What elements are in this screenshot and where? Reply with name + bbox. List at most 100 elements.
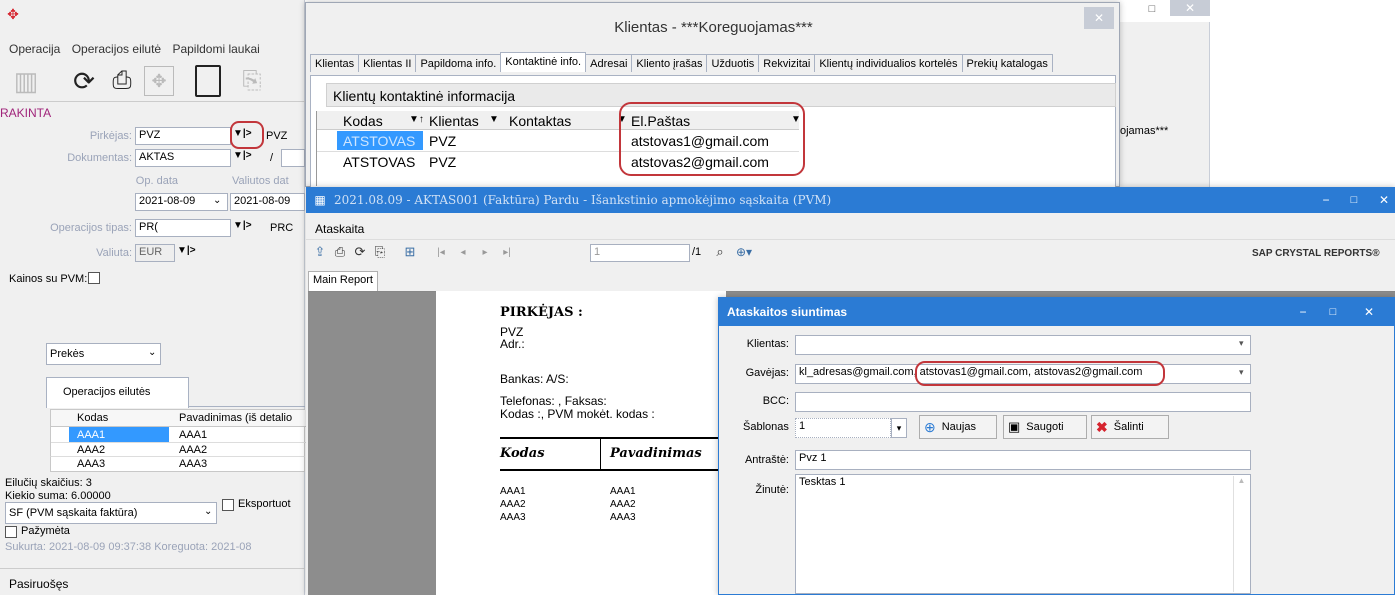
tab-klientas-ii[interactable]: Klientas II [358,54,417,72]
grid-line [51,442,306,443]
tab-papildoma-info[interactable]: Papildoma info. [415,54,502,72]
send-close-icon[interactable]: ✕ [1359,303,1379,321]
page-number-input[interactable]: 1 [590,244,690,262]
eksportuot-checkbox[interactable] [222,499,234,511]
report-title: 2021.08.09 - AKTAS001 (Faktūra) Pardu - … [334,193,832,207]
copy-icon[interactable]: ⎘ [372,244,388,260]
print-icon[interactable]: ⎙ [105,64,139,98]
client-close-icon[interactable]: ✕ [1084,7,1114,29]
table-row[interactable]: AAA2 [179,444,207,456]
table-row[interactable]: PVZ [429,154,456,170]
book-icon[interactable]: ▥ [9,64,43,98]
prev-page-icon[interactable]: ◂ [456,244,470,260]
report-close-icon[interactable]: ✕ [1374,191,1394,209]
pirkejas-field[interactable]: PVZ [135,127,231,145]
menu-operacija[interactable]: Operacija [9,42,60,56]
pazymeta-checkbox[interactable] [5,526,17,538]
header-kodas-filter-icon[interactable]: ▼↑ [409,114,424,125]
zoom-icon[interactable]: ⊕▾ [732,244,756,260]
header-klientas[interactable]: Klientas [429,113,479,129]
valiuta-dropdown-icon[interactable]: ▼|> [177,245,196,256]
client-window-title: Klientas - ***Koreguojamas*** [614,19,813,36]
sf-chevron-icon[interactable]: ⌄ [204,506,212,517]
sf-select[interactable]: SF (PVM sąskaita faktūra) [5,502,217,524]
kainos-checkbox[interactable] [88,272,100,284]
send-zinute-field[interactable]: Tesktas 1 [795,474,1251,594]
send-sablonas-field[interactable]: 1 [795,418,891,438]
tab-kontaktine-info[interactable]: Kontaktinė info. [500,52,587,72]
first-page-icon[interactable]: |◂ [434,244,448,260]
report-row: AAA2 [500,499,526,510]
dokumentas-field[interactable]: AKTAS [135,149,231,167]
export-icon[interactable]: ⇪ [312,244,328,260]
op-tipas-dropdown-icon[interactable]: ▼|> [233,220,252,231]
new-document-icon[interactable] [195,65,221,97]
tab-rekvizitai[interactable]: Rekvizitai [758,54,816,72]
table-row[interactable]: AAA1 [179,429,207,441]
eiluciu-skaicius: Eilučių skaičius: 3 [5,477,92,489]
table-row[interactable]: AAA3 [77,458,105,470]
close-icon[interactable]: ✕ [1170,0,1210,16]
refresh-icon[interactable]: ⟳ [352,244,368,260]
send-gavejas-chevron-icon[interactable]: ▾ [1239,367,1244,378]
tab-prekiu-katalogas[interactable]: Prekių katalogas [961,54,1053,72]
rakinta-label: RAKINTA [0,106,52,120]
header-kodas[interactable]: Kodas [343,113,383,129]
grid-header-pavadinimas[interactable]: Pavadinimas (iš detalio [179,412,306,424]
tab-adresai[interactable]: Adresai [585,54,633,72]
menu-operacijos-eilute[interactable]: Operacijos eilutė [72,42,161,56]
send-klientas-field[interactable] [795,335,1251,355]
report-maximize-icon[interactable]: □ [1344,191,1364,209]
op-tipas-field[interactable]: PR( [135,219,231,237]
tab-kliento-irasas[interactable]: Kliento įrašas [631,54,708,72]
op-data-dropdown-icon[interactable]: ⌄ [213,195,221,206]
report-minimize-icon[interactable]: − [1316,191,1336,209]
refresh-arrow-icon[interactable]: ⟳ [67,64,101,98]
tab-klientas[interactable]: Klientas [310,54,360,72]
send-antraste-field[interactable]: Pvz 1 [795,450,1251,470]
report-row: AAA2 [610,499,636,510]
prekes-chevron-icon[interactable]: ⌄ [148,347,156,358]
header-klientas-filter-icon[interactable]: ▼ [489,114,499,125]
tab-individualios-korteles[interactable]: Klientų individualios kortelės [814,54,963,72]
prekes-select[interactable]: Prekės [46,343,161,365]
header-kontaktas[interactable]: Kontaktas [509,113,571,129]
send-klientas-chevron-icon[interactable]: ▾ [1239,338,1244,349]
last-page-icon[interactable]: ▸| [500,244,514,260]
send-zinute-scrollbar[interactable]: ▲ [1233,476,1249,592]
report-menu-ataskaita[interactable]: Ataskaita [315,222,364,236]
print-icon[interactable]: ⎙ [332,244,348,260]
table-row[interactable]: PVZ [429,133,456,149]
table-row[interactable]: AAA1 [77,429,105,441]
op-tipas-side: PRC [270,222,294,234]
group-tree-icon[interactable]: ⊞ [402,244,418,260]
client-window: Klientas - ***Koreguojamas*** ✕ Klientas… [305,2,1120,188]
table-row[interactable]: ATSTOVAS [343,133,423,149]
valiuta-field[interactable]: EUR [135,244,175,262]
app-move-icon[interactable]: ✥ [5,6,21,22]
valiutos-data-field[interactable]: 2021-08-09 [230,193,305,211]
saugoti-button[interactable]: ▣ Saugoti [1003,415,1087,439]
move-icon[interactable]: ✥ [144,66,174,96]
table-row[interactable]: AAA3 [179,458,207,470]
table-row[interactable]: AAA2 [77,444,105,456]
send-maximize-icon[interactable]: □ [1323,303,1343,321]
main-report-tab[interactable]: Main Report [308,271,378,291]
tab-uzduotis[interactable]: Užduotis [706,54,760,72]
dokumentas-dropdown-icon[interactable]: ▼|> [233,150,252,161]
menu-papildomi-laukai[interactable]: Papildomi laukai [172,42,259,56]
copy-document-icon[interactable]: ⎘ [237,65,267,97]
send-minimize-icon[interactable]: − [1293,303,1313,321]
find-icon[interactable]: ⌕ [712,244,728,260]
send-bcc-field[interactable] [795,392,1251,412]
eilutes-tab[interactable]: Operacijos eilutės [46,377,189,408]
dokumentas-number-field[interactable] [281,149,305,167]
grid-header-kodas[interactable]: Kodas [77,412,108,424]
maximize-icon[interactable]: □ [1140,2,1164,16]
naujas-button[interactable]: ⊕ Naujas [919,415,997,439]
table-row[interactable]: ATSTOVAS [343,154,423,170]
save-icon: ▣ [1008,419,1021,434]
send-sablonas-dropdown[interactable]: ▾ [891,418,907,438]
salinti-button[interactable]: ✖ Šalinti [1091,415,1169,439]
next-page-icon[interactable]: ▸ [478,244,492,260]
